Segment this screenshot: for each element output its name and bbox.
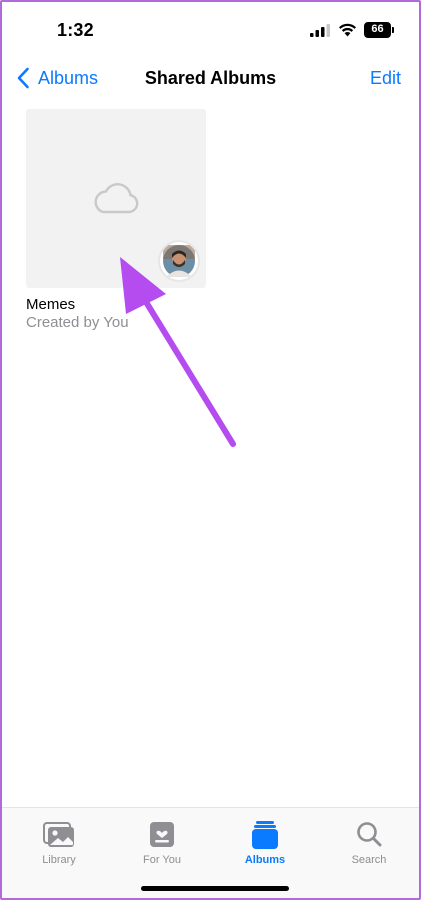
status-bar: 1:32 66: [2, 2, 419, 56]
album-thumbnail[interactable]: [26, 109, 206, 288]
albums-icon: [252, 821, 278, 849]
edit-button[interactable]: Edit: [370, 68, 401, 89]
navigation-bar: Albums Shared Albums Edit: [2, 56, 419, 100]
tab-search-label: Search: [351, 854, 387, 866]
page-title: Shared Albums: [144, 68, 277, 88]
status-time: 1:32: [57, 20, 94, 40]
tab-albums[interactable]: Albums: [225, 820, 305, 866]
home-indicator[interactable]: [141, 886, 289, 891]
signal-icon: [310, 24, 330, 37]
cloud-icon: [94, 183, 139, 214]
for-you-icon: [150, 822, 174, 847]
tab-library[interactable]: Library: [19, 820, 99, 866]
screen-frame: 1:32 66 Albums Shared Albums Edit Memes …: [0, 0, 421, 900]
library-icon: [43, 822, 74, 847]
tab-library-label: Library: [42, 854, 76, 866]
album-name: Memes: [26, 296, 76, 313]
battery-cap: [392, 27, 394, 33]
tab-search[interactable]: Search: [329, 820, 409, 866]
battery-level: 66: [364, 22, 391, 38]
album-subtitle: Created by You: [26, 314, 129, 331]
avatar-photo: [163, 245, 195, 277]
shared-album-card[interactable]: Memes Created by You: [26, 109, 206, 331]
battery-icon: 66: [364, 22, 394, 38]
tab-for-you[interactable]: For You: [122, 820, 202, 866]
avatar: [160, 242, 198, 280]
search-icon: [357, 822, 382, 847]
wifi-icon: [339, 23, 356, 37]
tab-albums-label: Albums: [244, 854, 286, 866]
tab-for-you-label: For You: [143, 854, 181, 866]
